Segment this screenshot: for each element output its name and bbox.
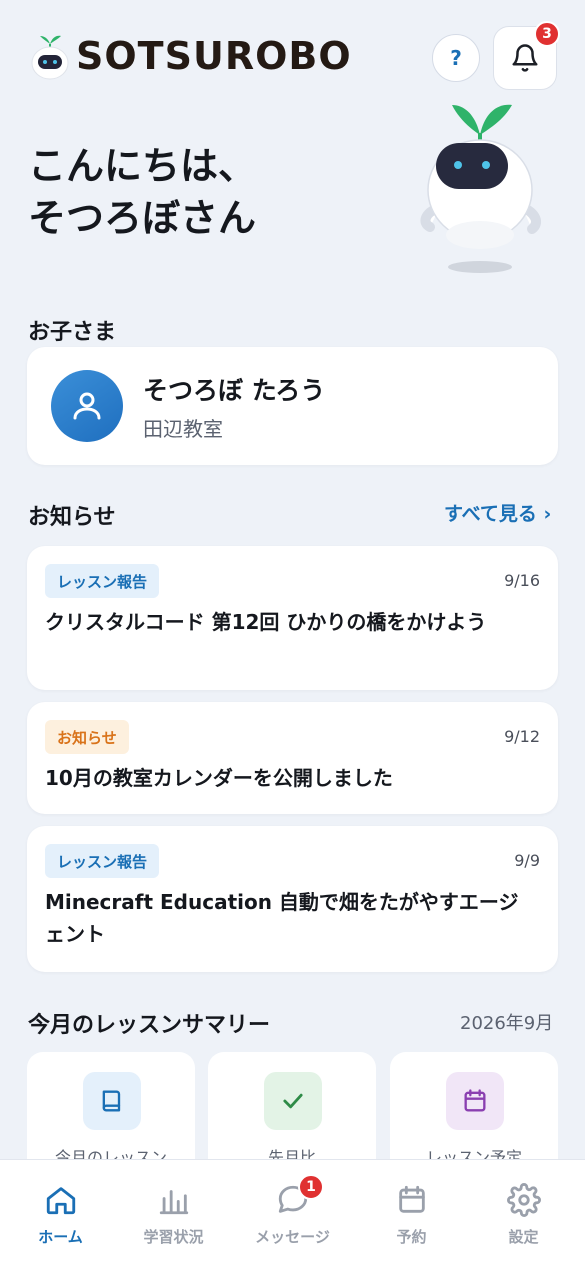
- news-item[interactable]: お知らせ 9/12 10月の教室カレンダーを公開しました: [27, 702, 558, 814]
- child-classroom: 田辺教室: [143, 417, 223, 441]
- nav-label: メッセージ: [255, 1228, 330, 1246]
- greeting-line-1: こんにちは、: [28, 144, 257, 188]
- news-title: 10月の教室カレンダーを公開しました: [45, 766, 393, 790]
- nav-label: 学習状況: [143, 1228, 204, 1246]
- nav-messages[interactable]: 1 メッセージ: [234, 1174, 351, 1247]
- nav-learning-status[interactable]: 学習状況: [115, 1180, 232, 1247]
- nav-reservation[interactable]: 予約: [353, 1180, 470, 1247]
- see-all-link[interactable]: すべて見る ›: [444, 499, 551, 526]
- news-item[interactable]: レッスン報告 9/9 Minecraft Education 自動で畑をたがやす…: [27, 826, 558, 972]
- nav-label: 設定: [508, 1228, 539, 1246]
- news-tag: お知らせ: [45, 720, 129, 754]
- greeting-line-2: そつろぼさん: [28, 196, 257, 240]
- news-tag: レッスン報告: [45, 564, 160, 598]
- calendar-icon: [446, 1072, 504, 1130]
- notification-count-badge: 3: [534, 21, 560, 47]
- bell-icon: [512, 44, 538, 72]
- news-date: 9/9: [514, 851, 540, 870]
- news-item[interactable]: レッスン報告 9/16 クリスタルコード 第12回 ひかりの橋をかけよう: [27, 546, 558, 690]
- user-icon: [73, 392, 101, 420]
- notifications-button[interactable]: 3: [493, 21, 560, 90]
- children-section-title: お子さま: [28, 320, 117, 345]
- nav-label: 予約: [396, 1228, 427, 1246]
- gear-icon: [506, 1183, 541, 1217]
- message-count-badge: 1: [298, 1174, 324, 1200]
- app-header: SOTSUROBO ? 3: [0, 0, 585, 100]
- greeting-heading: こんにちは、 そつろぼさん: [28, 140, 256, 244]
- app-logo[interactable]: SOTSUROBO: [28, 30, 352, 82]
- help-button[interactable]: ?: [432, 34, 480, 82]
- bottom-navigation: ホーム 学習状況 1 メッセージ 予約 設定: [0, 1159, 585, 1266]
- news-tag: レッスン報告: [45, 844, 160, 878]
- child-card[interactable]: そつろぼ たろう 田辺教室: [27, 347, 558, 465]
- news-title: Minecraft Education 自動で畑をたがやすエージェント: [45, 890, 519, 946]
- check-icon: [264, 1072, 322, 1130]
- bar-chart-icon: [159, 1190, 188, 1215]
- news-title: クリスタルコード 第12回 ひかりの橋をかけよう: [45, 610, 487, 634]
- nav-home[interactable]: ホーム: [2, 1180, 119, 1247]
- book-icon: [83, 1072, 141, 1130]
- logo-wordmark: SOTSUROBO: [76, 34, 352, 78]
- news-date: 9/12: [504, 727, 540, 746]
- news-date: 9/16: [504, 571, 540, 590]
- avatar: [51, 370, 123, 442]
- nav-settings[interactable]: 設定: [465, 1180, 582, 1247]
- robot-mascot-illustration: [420, 104, 542, 273]
- calendar-icon: [398, 1185, 425, 1213]
- help-icon: ?: [450, 46, 462, 70]
- child-name: そつろぼ たろう: [143, 376, 326, 405]
- news-section-title: お知らせ: [28, 505, 116, 530]
- summary-month: 2026年9月: [460, 1013, 554, 1034]
- home-icon: [46, 1187, 75, 1215]
- robot-mascot-icon: [31, 35, 69, 80]
- nav-label: ホーム: [38, 1228, 83, 1246]
- summary-section-title: 今月のレッスンサマリー: [28, 1013, 271, 1038]
